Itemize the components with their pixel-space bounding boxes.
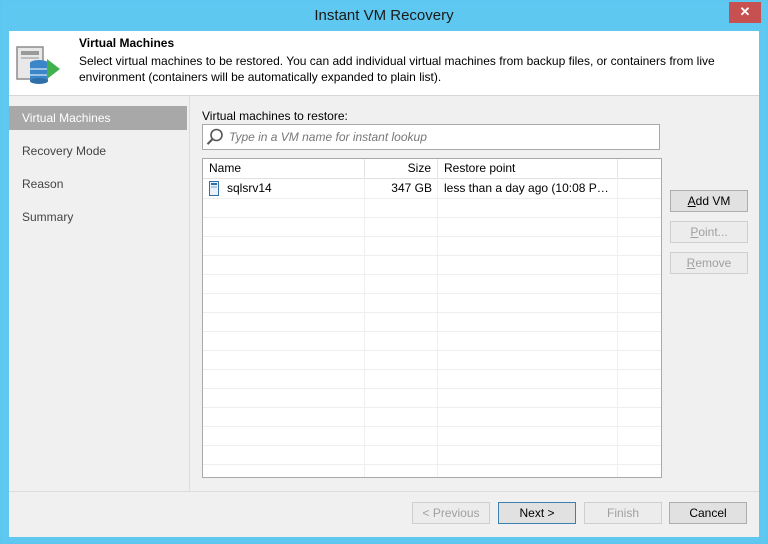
wizard-steps-nav: Virtual Machines Recovery Mode Reason Su… bbox=[9, 96, 190, 491]
table-row bbox=[203, 388, 661, 408]
table-row bbox=[203, 274, 661, 294]
nav-item-recovery-mode[interactable]: Recovery Mode bbox=[9, 139, 187, 163]
column-header-filler bbox=[618, 159, 661, 178]
previous-button[interactable]: < Previous bbox=[412, 502, 490, 524]
search-icon bbox=[206, 128, 223, 145]
column-header-size[interactable]: Size bbox=[365, 159, 438, 178]
table-row bbox=[203, 331, 661, 351]
next-button[interactable]: Next > bbox=[498, 502, 576, 524]
search-input[interactable] bbox=[229, 128, 654, 146]
wizard-header: Virtual Machines Select virtual machines… bbox=[9, 31, 759, 96]
wizard-footer: < Previous Next > Finish Cancel bbox=[9, 491, 759, 537]
instant-vm-recovery-window: Instant VM Recovery ✕ Virtual Machines S… bbox=[0, 0, 768, 544]
search-box[interactable] bbox=[202, 124, 660, 150]
table-row bbox=[203, 426, 661, 446]
table-row[interactable]: sqlsrv14 347 GB less than a day ago (10:… bbox=[203, 179, 661, 199]
vm-to-restore-label: Virtual machines to restore: bbox=[202, 109, 348, 123]
close-icon: ✕ bbox=[739, 4, 751, 19]
table-row bbox=[203, 198, 661, 218]
virtual-machines-restore-icon bbox=[16, 46, 60, 84]
table-row bbox=[203, 312, 661, 332]
table-row bbox=[203, 350, 661, 370]
close-button[interactable]: ✕ bbox=[729, 2, 761, 23]
remove-button[interactable]: Remove bbox=[670, 252, 748, 274]
column-header-name[interactable]: Name bbox=[203, 159, 365, 178]
header-title: Virtual Machines bbox=[79, 36, 175, 50]
vm-table: Name Size Restore point sqlsrv14 347 GB bbox=[202, 158, 662, 478]
wizard-client-area: Virtual Machines Select virtual machines… bbox=[9, 31, 759, 537]
window-title: Instant VM Recovery bbox=[314, 7, 454, 24]
point-button[interactable]: Point... bbox=[670, 221, 748, 243]
cell-vm-name: sqlsrv14 bbox=[227, 181, 272, 195]
finish-button[interactable]: Finish bbox=[584, 502, 662, 524]
nav-item-summary[interactable]: Summary bbox=[9, 205, 187, 229]
table-row bbox=[203, 293, 661, 313]
cell-restore-point: less than a day ago (10:08 PM ... bbox=[444, 181, 618, 195]
column-header-restore-point[interactable]: Restore point bbox=[438, 159, 618, 178]
cell-vm-size: 347 GB bbox=[391, 181, 432, 195]
nav-item-virtual-machines[interactable]: Virtual Machines bbox=[9, 106, 187, 130]
add-vm-button[interactable]: Add VM bbox=[670, 190, 748, 212]
table-row bbox=[203, 255, 661, 275]
title-bar[interactable]: Instant VM Recovery ✕ bbox=[1, 1, 767, 31]
table-row bbox=[203, 445, 661, 465]
table-row bbox=[203, 407, 661, 427]
table-row bbox=[203, 236, 661, 256]
nav-item-reason[interactable]: Reason bbox=[9, 172, 187, 196]
main-panel: Virtual machines to restore: Name Size R… bbox=[190, 96, 759, 491]
table-row bbox=[203, 369, 661, 389]
header-description: Select virtual machines to be restored. … bbox=[79, 54, 715, 84]
table-header: Name Size Restore point bbox=[203, 159, 661, 179]
table-row bbox=[203, 217, 661, 237]
cancel-button[interactable]: Cancel bbox=[669, 502, 747, 524]
